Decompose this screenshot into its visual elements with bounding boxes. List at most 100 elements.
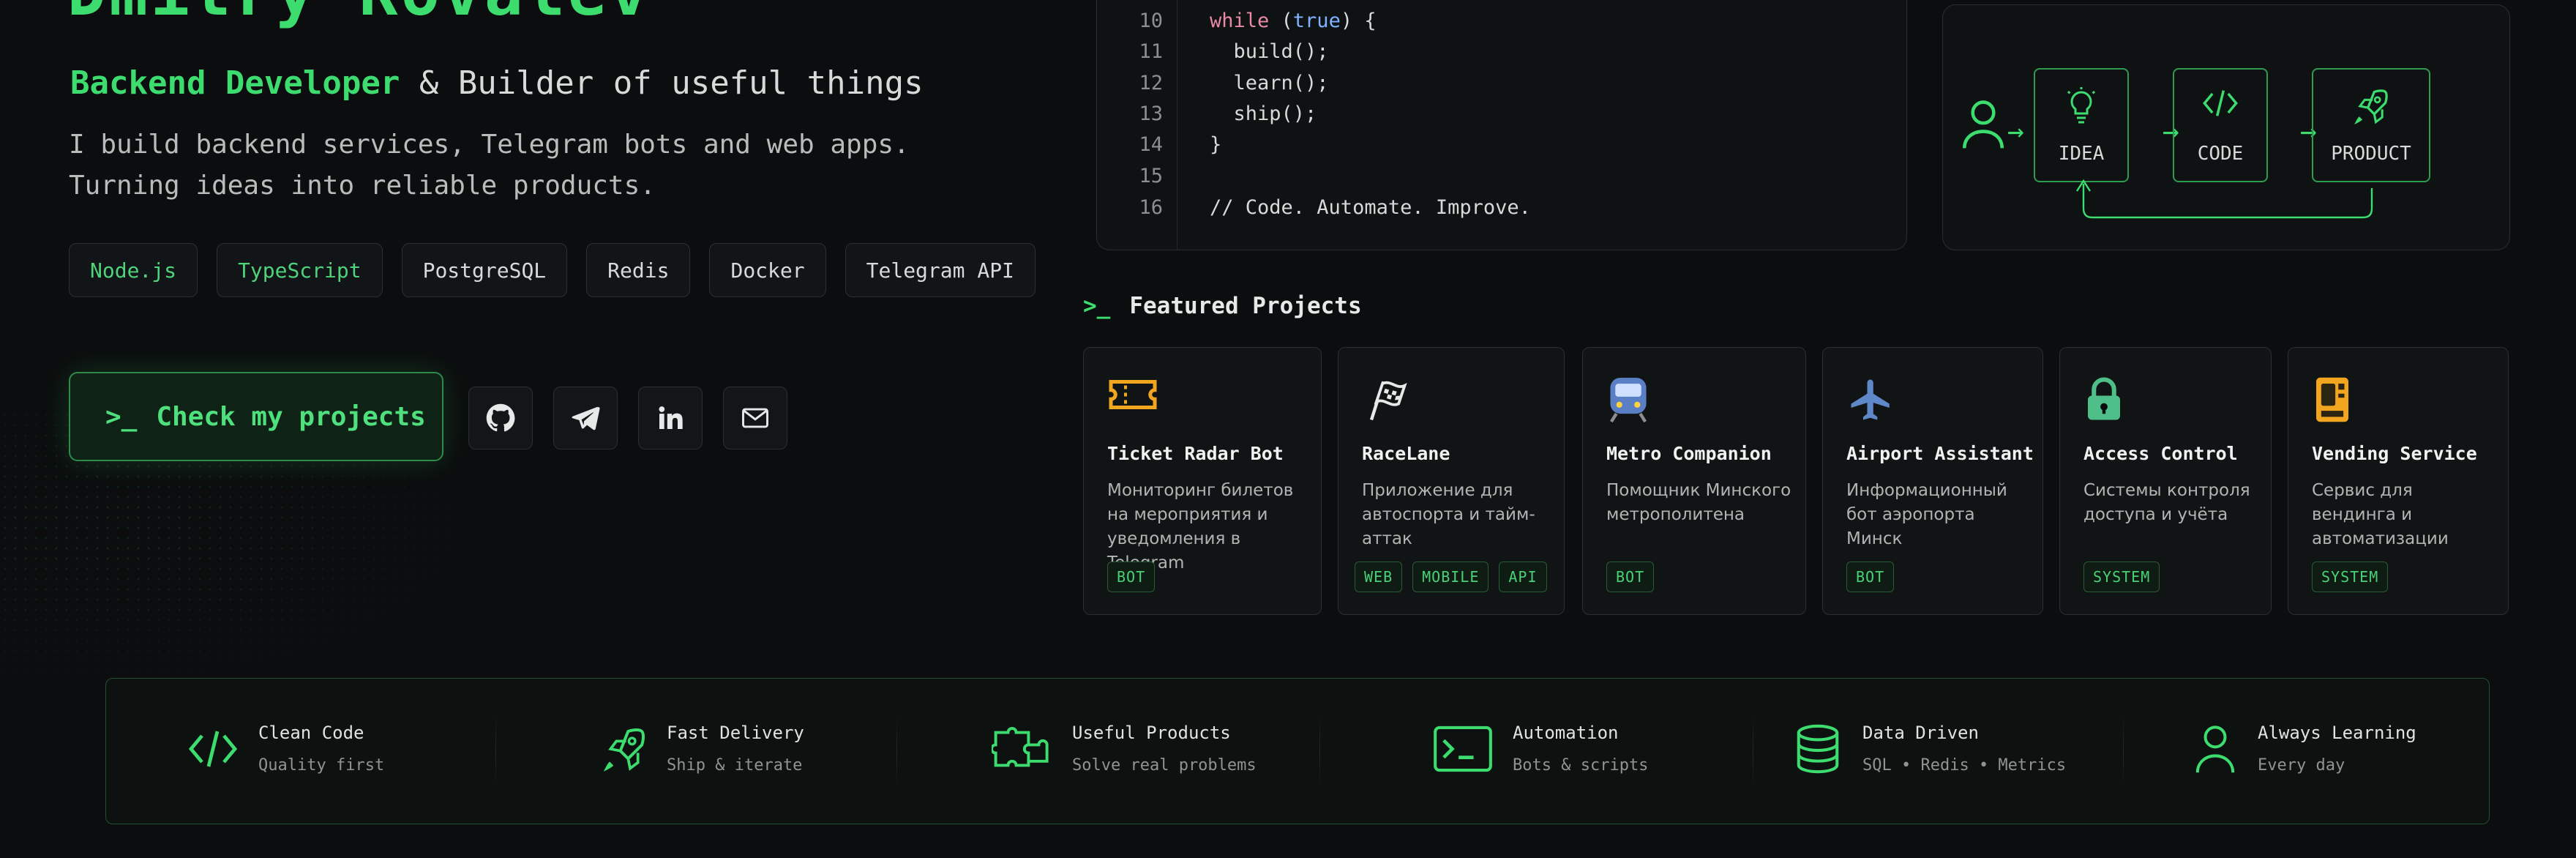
- github-icon: [486, 403, 515, 432]
- telegram-icon: [572, 406, 600, 430]
- feature-data-driven: Data Driven SQL • Redis • Metrics: [1792, 723, 2066, 775]
- user-icon: [2195, 725, 2235, 772]
- project-title: RaceLane: [1362, 443, 1450, 464]
- feature-subtitle: Ship & iterate: [667, 756, 803, 775]
- project-icon-wrap: [1846, 376, 2031, 427]
- project-title: Access Control: [2083, 443, 2238, 464]
- terminal-prompt-icon: >_: [105, 401, 138, 432]
- badge-system: SYSTEM: [2312, 562, 2389, 592]
- feature-clean-code: Clean Code Quality first: [187, 723, 384, 775]
- features-bar: Clean Code Quality first Fast Delivery S…: [105, 678, 2490, 824]
- flow-step-idea: IDEA: [2034, 68, 2129, 182]
- code-line: 16 // Code. Automate. Improve.: [1097, 196, 1530, 225]
- arrow-right-icon: →: [2007, 115, 2024, 147]
- project-badges: BOT: [1107, 562, 1156, 592]
- linkedin-link[interactable]: [638, 387, 703, 449]
- project-icon-wrap: [2083, 376, 2259, 427]
- project-card-airport-assistant[interactable]: Airport Assistant Информационный бот аэр…: [1822, 347, 2043, 615]
- feature-title: Fast Delivery: [667, 723, 804, 743]
- linkedin-icon: [659, 406, 683, 429]
- role-rest: & Builder of useful things: [400, 64, 924, 102]
- vending-machine-icon: [2316, 377, 2348, 422]
- feature-subtitle: SQL • Redis • Metrics: [1862, 756, 2067, 775]
- project-card-racelane[interactable]: RaceLane Приложение для автоспорта и тай…: [1338, 347, 1565, 615]
- project-description: Приложение для автоспорта и тайм-аттак: [1362, 481, 1535, 548]
- feature-fast-delivery: Fast Delivery Ship & iterate: [601, 723, 804, 775]
- code-line: 13 ship();: [1097, 102, 1317, 132]
- terminal-icon: [1434, 725, 1492, 772]
- divider: [495, 715, 496, 788]
- flow-step-label: IDEA: [2058, 143, 2105, 165]
- line-number: 16: [1139, 196, 1163, 219]
- flow-step-label: CODE: [2197, 143, 2244, 165]
- divider: [896, 715, 897, 788]
- project-badges: BOT: [1606, 562, 1655, 592]
- project-title: Ticket Radar Bot: [1107, 443, 1284, 464]
- code-text: build();: [1210, 40, 1329, 63]
- code-line: 10 while (true) {: [1097, 10, 1377, 39]
- feature-automation: Automation Bots & scripts: [1432, 723, 1648, 775]
- hero-subtitle: Backend Developer & Builder of useful th…: [70, 64, 924, 102]
- database-icon: [1797, 724, 1839, 773]
- email-link[interactable]: [723, 387, 787, 449]
- section-title: Featured Projects: [1129, 293, 1362, 319]
- github-link[interactable]: [468, 387, 533, 449]
- social-links: [468, 387, 787, 449]
- feature-subtitle: Quality first: [258, 756, 385, 775]
- line-number: 14: [1139, 133, 1163, 156]
- badge-bot: BOT: [1846, 562, 1895, 592]
- workflow-diagram-card: → IDEA → CODE → PRODUCT: [1942, 4, 2510, 250]
- tag-telegram-api: Telegram API: [845, 243, 1036, 297]
- code-text: while (true) {: [1210, 10, 1377, 32]
- project-card-metro-companion[interactable]: Metro Companion Помощник Минского метроп…: [1582, 347, 1806, 615]
- role-accent: Backend Developer: [70, 64, 400, 102]
- cta-label: Check my projects: [156, 401, 426, 432]
- feature-subtitle: Every day: [2258, 756, 2345, 775]
- racing-flag-icon: [1369, 381, 1407, 421]
- metro-train-icon: [1609, 378, 1647, 423]
- check-projects-button[interactable]: >_ Check my projects: [69, 372, 443, 461]
- code-line: 14 }: [1097, 133, 1221, 163]
- flow-step-product: PRODUCT: [2312, 68, 2430, 182]
- feature-subtitle: Solve real problems: [1072, 756, 1257, 775]
- telegram-link[interactable]: [553, 387, 618, 449]
- badge-system: SYSTEM: [2083, 562, 2160, 592]
- feature-title: Automation: [1513, 723, 1619, 743]
- rocket-icon: [603, 728, 645, 772]
- hero-title: Dmitry Kovalev: [67, 0, 651, 30]
- tag-docker: Docker: [709, 243, 826, 297]
- feature-title: Clean Code: [258, 723, 364, 743]
- project-description: Информационный бот аэропорта Минск: [1846, 481, 2007, 548]
- rocket-icon: [2354, 89, 2388, 125]
- project-badges: SYSTEM: [2312, 562, 2389, 592]
- project-card-vending-service[interactable]: Vending Service Сервис для вендинга и ав…: [2288, 347, 2509, 615]
- flow-step-code: CODE: [2173, 68, 2268, 182]
- code-icon: [2203, 90, 2238, 116]
- code-text: learn();: [1210, 72, 1329, 94]
- puzzle-icon: [992, 726, 1049, 766]
- code-line: 11 build();: [1097, 40, 1329, 70]
- lightbulb-icon: [2067, 87, 2096, 124]
- code-text: }: [1210, 133, 1222, 156]
- feature-title: Data Driven: [1862, 723, 1979, 743]
- line-number: 11: [1139, 40, 1163, 63]
- project-card-ticket-radar-bot[interactable]: Ticket Radar Bot Мониторинг билетов на м…: [1083, 347, 1322, 615]
- divider: [1319, 715, 1320, 788]
- badge-web: WEB: [1355, 562, 1403, 592]
- code-snippet-card: 10 while (true) { 11 build(); 12 learn()…: [1096, 0, 1907, 250]
- badge-api: API: [1499, 562, 1547, 592]
- badge-mobile: MOBILE: [1412, 562, 1489, 592]
- project-description: Системы контроля доступа и учёта: [2083, 481, 2250, 524]
- mail-icon: [742, 408, 768, 428]
- project-title: Airport Assistant: [1846, 443, 2034, 464]
- project-description: Сервис для вендинга и автоматизации: [2312, 481, 2449, 548]
- badge-bot: BOT: [1606, 562, 1655, 592]
- code-text: ship();: [1210, 102, 1317, 125]
- project-icon-wrap: [1107, 376, 1309, 427]
- line-number: 15: [1139, 165, 1163, 187]
- project-icon-wrap: [1606, 376, 1794, 427]
- project-card-access-control[interactable]: Access Control Системы контроля доступа …: [2059, 347, 2272, 615]
- feature-title: Useful Products: [1072, 723, 1231, 743]
- code-line: 12 learn();: [1097, 72, 1329, 101]
- tech-tags: Node.js TypeScript PostgreSQL Redis Dock…: [69, 243, 1036, 297]
